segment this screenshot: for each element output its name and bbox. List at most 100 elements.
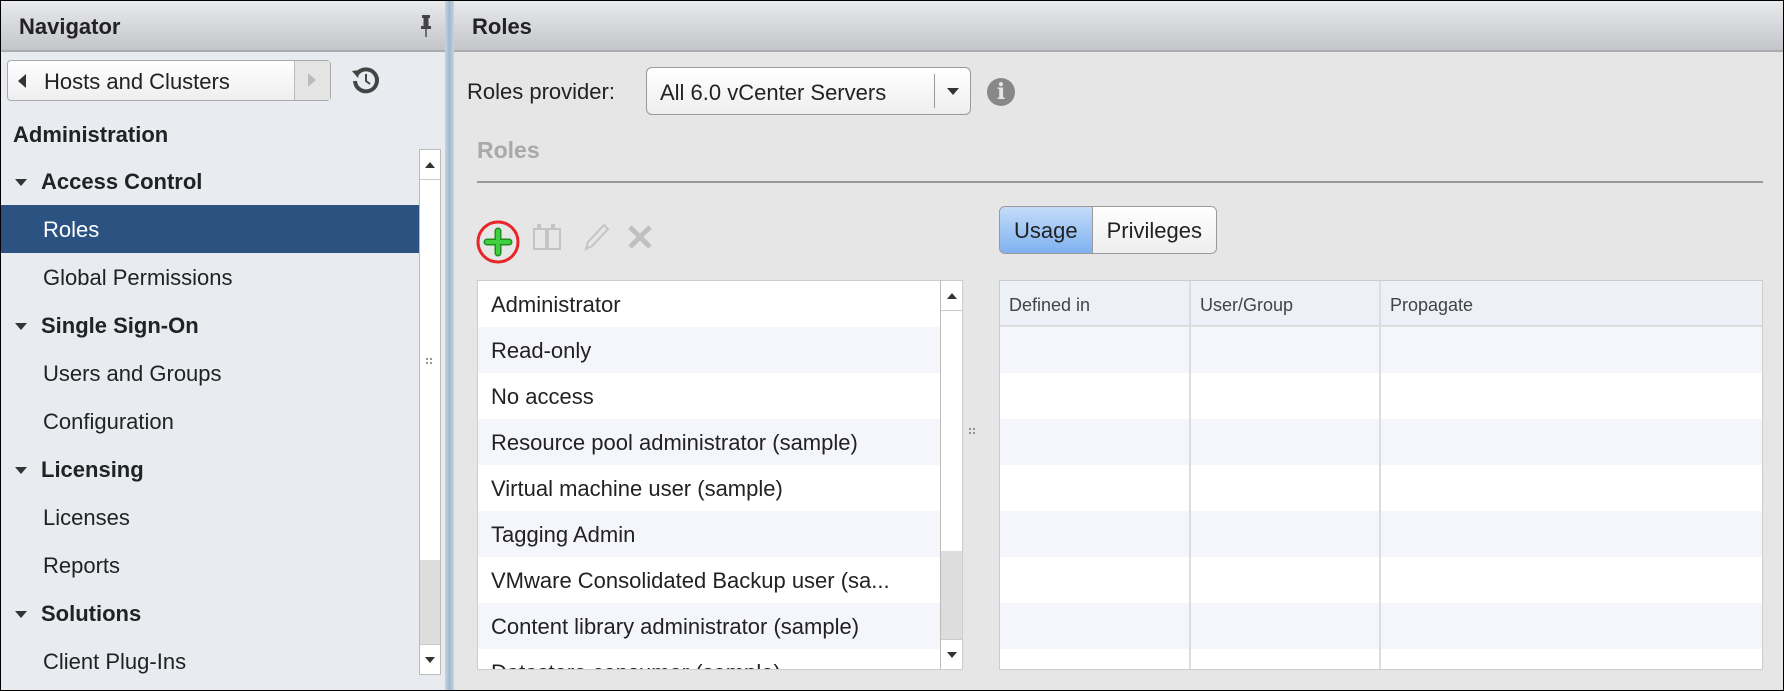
column-defined-in[interactable]: Defined in — [1000, 281, 1191, 325]
table-cell — [1191, 603, 1381, 649]
expand-triangle-icon[interactable] — [15, 179, 27, 186]
list-item[interactable]: Resource pool administrator (sample) — [478, 419, 940, 465]
table-row — [1000, 649, 1762, 669]
forward-button[interactable] — [294, 61, 330, 100]
column-user-group[interactable]: User/Group — [1191, 281, 1381, 325]
table-cell — [1381, 373, 1762, 419]
sidebar-item-licenses[interactable]: Licenses — [1, 493, 419, 541]
sidebar-item-reports[interactable]: Reports — [1, 541, 419, 589]
navigator-title: Navigator — [19, 14, 121, 39]
nav-category-single-sign-on[interactable]: Single Sign-On — [1, 301, 419, 349]
navigator-scrollbar[interactable] — [419, 149, 441, 675]
sidebar-item-users-and-groups[interactable]: Users and Groups — [1, 349, 419, 397]
nav-item-label: Configuration — [43, 409, 174, 434]
chevron-down-icon[interactable] — [934, 74, 970, 108]
tab-usage[interactable]: Usage — [1000, 207, 1093, 253]
section-title: Roles — [477, 137, 540, 163]
table-row — [1000, 511, 1762, 557]
roles-list: Administrator Read-only No access Resource … — [477, 280, 963, 670]
list-item[interactable]: Tagging Admin — [478, 511, 940, 557]
table-cell — [1191, 649, 1381, 669]
table-cell — [1000, 327, 1191, 373]
delete-role-icon — [628, 225, 652, 249]
scroll-track[interactable] — [941, 551, 962, 639]
table-cell — [1191, 465, 1381, 511]
nav-category-licensing[interactable]: Licensing — [1, 445, 419, 493]
scroll-down-button[interactable] — [941, 639, 962, 669]
table-cell — [1381, 327, 1762, 373]
nav-item-label: Reports — [43, 553, 121, 578]
list-item[interactable]: Administrator — [478, 281, 940, 327]
list-item[interactable]: VMware Consolidated Backup user (sa... — [478, 557, 940, 603]
nav-item-label: Global Permissions — [43, 265, 233, 290]
scroll-up-button[interactable] — [420, 150, 440, 180]
roles-list-scrollbar[interactable] — [940, 281, 962, 669]
column-propagate[interactable]: Propagate — [1381, 281, 1762, 325]
table-cell — [1000, 557, 1191, 603]
table-cell — [1191, 419, 1381, 465]
divider — [477, 181, 1763, 183]
roles-provider-value: All 6.0 vCenter Servers — [660, 80, 887, 105]
add-role-button[interactable] — [475, 219, 521, 265]
resize-grip-icon[interactable] — [968, 427, 976, 435]
back-arrow-icon[interactable] — [18, 74, 26, 88]
roles-panel: Roles Roles provider: All 6.0 vCenter Se… — [454, 1, 1783, 690]
roles-header: Roles — [454, 1, 1783, 52]
nav-item-label: Solutions — [41, 601, 142, 626]
list-item[interactable]: Read-only — [478, 327, 940, 373]
roles-provider-select[interactable]: All 6.0 vCenter Servers — [646, 67, 971, 115]
expand-triangle-icon[interactable] — [15, 323, 27, 330]
usage-table: Defined in User/Group Propagate — [999, 280, 1763, 670]
sidebar-item-roles[interactable]: Roles — [1, 205, 419, 253]
navigator-header: Navigator — [1, 1, 445, 52]
clone-role-icon — [533, 224, 561, 250]
list-item[interactable]: Datastore consumer (sample) — [478, 649, 940, 669]
table-cell — [1381, 465, 1762, 511]
history-icon[interactable] — [351, 65, 381, 95]
pin-icon[interactable] — [421, 15, 431, 37]
table-row — [1000, 373, 1762, 419]
section-administration: Administration — [13, 122, 169, 147]
view-tabs: Usage Privileges — [999, 206, 1217, 254]
nav-item-label: Users and Groups — [43, 361, 222, 386]
table-row — [1000, 557, 1762, 603]
info-icon[interactable]: i — [987, 78, 1015, 106]
navigator-tree: Access Control Roles Global Permissions Sin… — [1, 157, 419, 685]
table-header: Defined in User/Group Propagate — [1000, 281, 1762, 327]
scroll-track[interactable] — [420, 560, 440, 644]
panel-splitter[interactable] — [445, 1, 454, 690]
scroll-up-button[interactable] — [941, 281, 962, 311]
nav-item-label: Client Plug-Ins — [43, 649, 187, 674]
expand-triangle-icon[interactable] — [15, 611, 27, 618]
sidebar-item-configuration[interactable]: Configuration — [1, 397, 419, 445]
table-cell — [1000, 419, 1191, 465]
history-navigation[interactable]: Hosts and Clusters — [7, 60, 331, 101]
list-item[interactable]: Content library administrator (sample) — [478, 603, 940, 649]
table-cell — [1381, 419, 1762, 465]
resize-grip-icon[interactable] — [425, 357, 433, 365]
list-item[interactable]: No access — [478, 373, 940, 419]
nav-category-solutions[interactable]: Solutions — [1, 589, 419, 637]
table-row — [1000, 465, 1762, 511]
scroll-down-button[interactable] — [420, 644, 440, 674]
nav-category-access-control[interactable]: Access Control — [1, 157, 419, 205]
table-row — [1000, 327, 1762, 373]
table-cell — [1191, 557, 1381, 603]
table-cell — [1000, 603, 1191, 649]
sidebar-item-client-plug-ins[interactable]: Client Plug-Ins — [1, 637, 419, 685]
table-cell — [1191, 511, 1381, 557]
sidebar-item-global-permissions[interactable]: Global Permissions — [1, 253, 419, 301]
list-item[interactable]: Virtual machine user (sample) — [478, 465, 940, 511]
nav-item-label: Licensing — [41, 457, 144, 482]
nav-item-label: Access Control — [41, 169, 203, 194]
nav-item-label: Licenses — [43, 505, 130, 530]
nav-item-label: Single Sign-On — [41, 313, 199, 338]
expand-triangle-icon[interactable] — [15, 467, 27, 474]
table-cell — [1381, 557, 1762, 603]
nav-item-label: Roles — [43, 217, 100, 242]
table-cell — [1000, 649, 1191, 669]
table-cell — [1191, 373, 1381, 419]
tab-privileges[interactable]: Privileges — [1092, 207, 1216, 253]
table-row — [1000, 603, 1762, 649]
table-cell — [1381, 649, 1762, 669]
